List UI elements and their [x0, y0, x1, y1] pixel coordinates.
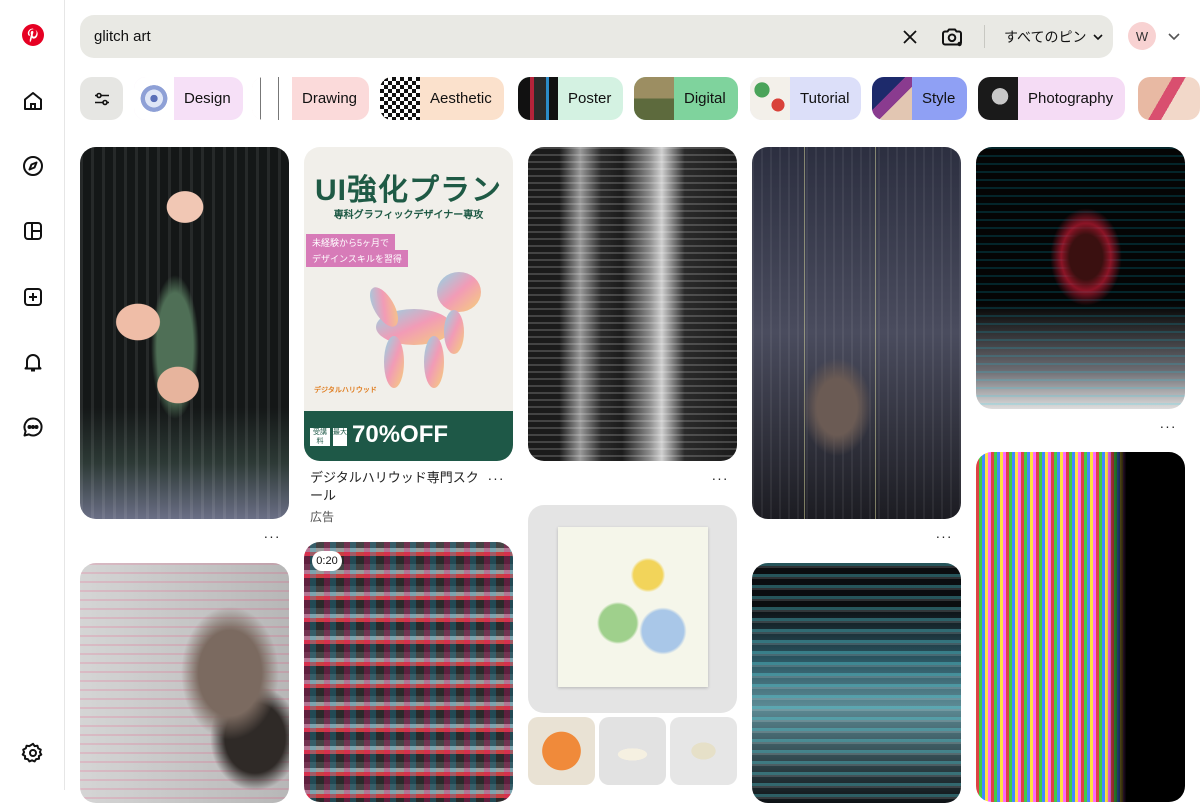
search-input[interactable] [94, 15, 874, 58]
chip-thumbnail [1138, 77, 1200, 120]
product-thumb-2[interactable] [599, 717, 666, 785]
chip-label: Aesthetic [430, 90, 492, 107]
search-filters-button[interactable] [80, 77, 123, 120]
balloon-dog-illustration [370, 272, 481, 388]
ad-discount-prefix: 最大 [333, 428, 347, 446]
ad-sponsored-label: 広告 [310, 510, 335, 524]
chip-digital[interactable]: Digital [634, 77, 738, 120]
visual-search-button[interactable] [938, 23, 966, 51]
chip-thumbnail [252, 77, 292, 120]
search-bar: すべてのピン [80, 15, 1113, 58]
pin-glitch-man-portrait[interactable] [80, 563, 289, 803]
chip-partial-next[interactable] [1138, 77, 1200, 120]
chip-label: Tutorial [800, 90, 850, 107]
clear-search-button[interactable] [897, 24, 923, 50]
pin-more-options[interactable]: ··· [486, 470, 506, 486]
chip-photography[interactable]: Photography [978, 77, 1126, 120]
pin-glitch-rainbow-silhouette[interactable] [976, 452, 1185, 802]
pin-type-filter-dropdown[interactable]: すべてのピン [1004, 15, 1104, 58]
video-duration-badge: 0:20 [312, 551, 342, 571]
chip-style[interactable]: Style [872, 77, 968, 120]
ad-tag-1: 未経験から5ヶ月で [306, 234, 396, 251]
pin-filter-label: すべてのピン [1004, 28, 1087, 45]
ad-headline: UI強化プラン [315, 174, 502, 207]
chip-tutorial[interactable]: Tutorial [750, 77, 862, 120]
pin-glitch-pixel-video[interactable] [304, 542, 513, 802]
chip-label: Drawing [302, 90, 358, 107]
chevron-down-icon [1093, 33, 1104, 40]
chip-label: Digital [684, 90, 726, 107]
chip-thumbnail [978, 77, 1018, 120]
avatar[interactable]: W [1128, 22, 1156, 50]
ad-prefix: 受講料 [310, 428, 330, 446]
chip-thumbnail [634, 77, 674, 120]
guided-search-chips: Design Drawing Aesthetic Poster Digital … [80, 77, 1200, 121]
pin-glitch-ui-figure[interactable] [752, 147, 961, 519]
chip-aesthetic[interactable]: Aesthetic [380, 77, 504, 120]
pin-glitch-streaks[interactable] [528, 147, 737, 461]
scarf-image [558, 527, 708, 687]
ad-title[interactable]: デジタルハリウッド専門スクール [310, 469, 485, 505]
chip-label: Poster [568, 90, 612, 107]
chip-drawing[interactable]: Drawing [252, 77, 370, 120]
pin-floral-scarf-product[interactable] [528, 505, 737, 713]
account-chevron-down-icon[interactable] [1166, 28, 1182, 44]
avatar-initial: W [1135, 28, 1149, 44]
pin-more-options[interactable]: ··· [710, 470, 730, 486]
ad-subhead: 専科グラフィックデザイナー専攻 [333, 210, 484, 221]
explore-compass-icon[interactable] [16, 149, 50, 183]
ad-pin-design-school[interactable]: UI強化プラン 専科グラフィックデザイナー専攻 未経験から5ヶ月で デザインスキ… [304, 147, 513, 461]
pin-more-options[interactable]: ··· [934, 528, 954, 544]
pin-glitch-tv-static[interactable] [752, 563, 961, 803]
chip-thumbnail [380, 77, 420, 120]
sliders-icon [94, 92, 109, 105]
ad-brand-logo: デジタルハリウッド [314, 387, 377, 394]
chip-thumbnail [518, 77, 558, 120]
boards-icon[interactable] [16, 214, 50, 248]
chip-label: Style [922, 90, 956, 107]
create-plus-icon[interactable] [16, 280, 50, 314]
pin-more-options[interactable]: ··· [1158, 418, 1178, 434]
home-icon[interactable] [16, 84, 50, 118]
pin-glitch-roses[interactable] [80, 147, 289, 519]
search-divider [984, 25, 985, 48]
pin-glitch-rgb-face[interactable] [976, 147, 1185, 409]
pin-more-options[interactable]: ··· [262, 528, 282, 544]
product-thumb-1[interactable] [528, 717, 595, 785]
camera-search-icon [942, 28, 962, 47]
chip-label: Design [184, 90, 231, 107]
chip-thumbnail [872, 77, 912, 120]
pinterest-logo-icon[interactable] [16, 18, 50, 52]
settings-gear-icon[interactable] [16, 736, 50, 770]
ad-footer-banner: 受講料 最大 70%OFF [304, 411, 513, 461]
messages-icon[interactable] [16, 410, 50, 444]
chip-poster[interactable]: Poster [518, 77, 624, 120]
sidebar [0, 0, 65, 790]
chip-thumbnail [750, 77, 790, 120]
chip-thumbnail [134, 77, 174, 120]
close-icon [903, 30, 917, 44]
chip-label: Photography [1028, 90, 1114, 107]
notifications-bell-icon[interactable] [16, 345, 50, 379]
chip-design[interactable]: Design [134, 77, 243, 120]
ad-discount: 70%OFF [352, 421, 449, 448]
product-thumb-3[interactable] [670, 717, 737, 785]
